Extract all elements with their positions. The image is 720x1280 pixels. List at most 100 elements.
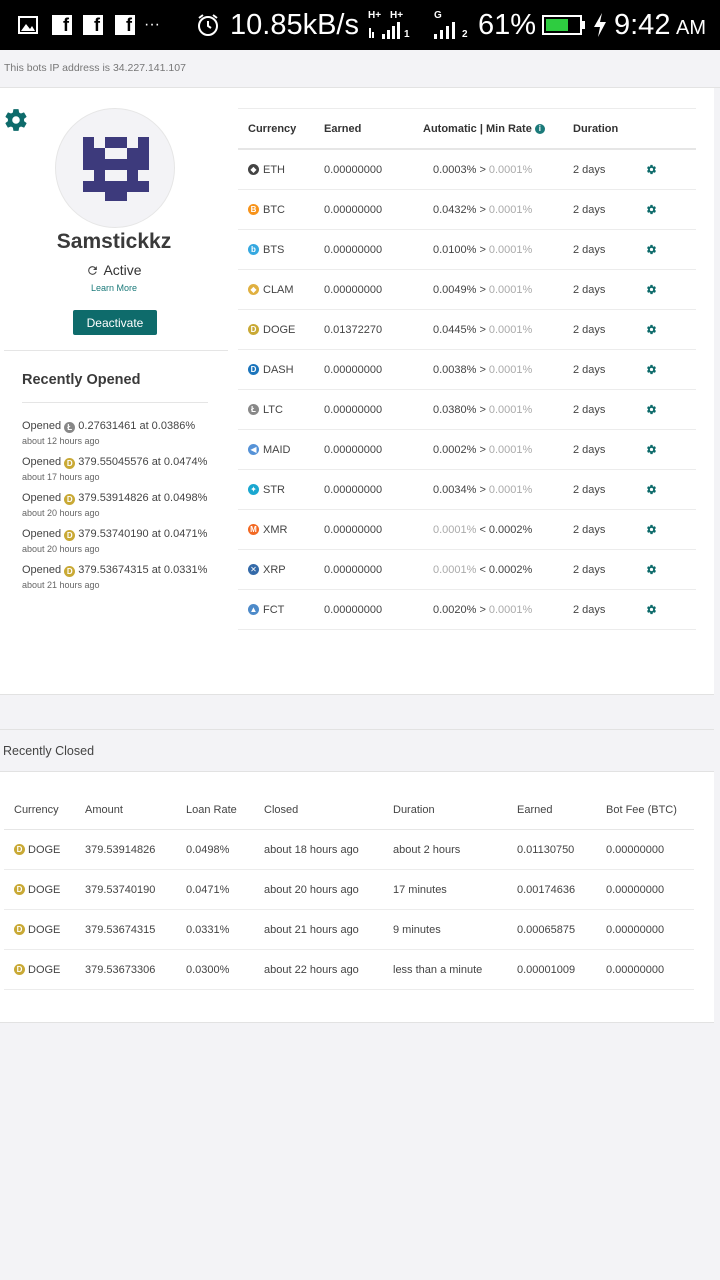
duration-cell: 2 days (573, 563, 606, 576)
duration-cell: 17 minutes (393, 883, 447, 896)
currency-cell: ◆ CLAM (248, 270, 294, 309)
header-currency[interactable]: Currency (14, 790, 59, 829)
header-closed[interactable]: Closed (264, 790, 298, 829)
earned-cell: 0.00174636 (517, 883, 576, 896)
opened-amount-rate: 379.55045576 at 0.0474% (78, 456, 208, 468)
recently-closed-title: Recently Closed (3, 744, 95, 758)
rate-cell: 0.0432% >0.0001% (433, 190, 532, 229)
header-earned[interactable]: Earned (324, 109, 361, 148)
currency-name: STR (263, 483, 285, 496)
row-settings-gear-icon[interactable] (646, 550, 657, 589)
battery-percent: 61% (478, 8, 537, 41)
currency-cell: b BTS (248, 230, 284, 269)
lending-row-doge: D DOGE 0.01372270 0.0445% >0.0001% 2 days (238, 310, 696, 350)
automatic-rate: 0.0432% (433, 203, 477, 216)
header-amount[interactable]: Amount (85, 790, 123, 829)
min-rate: 0.0001% (488, 163, 533, 176)
currency-cell: B BTC (248, 190, 285, 229)
lending-row-eth: ◆ ETH 0.00000000 0.0003% >0.0001% 2 days (238, 150, 696, 190)
fct-coin-icon: ▲ (248, 604, 259, 615)
xrp-coin-icon: ✕ (248, 564, 259, 575)
row-settings-gear-icon[interactable] (646, 150, 657, 189)
info-icon[interactable]: i (534, 123, 545, 134)
lending-table-body: ◆ ETH 0.00000000 0.0003% >0.0001% 2 days B BTC 0… (238, 150, 696, 630)
header-loan-rate[interactable]: Loan Rate (186, 790, 237, 829)
loan-rate-cell: 0.0331% (186, 923, 230, 936)
currency-name: MAID (263, 443, 291, 456)
header-currency[interactable]: Currency (248, 109, 296, 148)
opened-amount-rate: 379.53674315 at 0.0331% (78, 564, 208, 576)
duration-cell: 2 days (573, 323, 606, 336)
earned-cell: 0.00000000 (324, 243, 383, 256)
earned-cell: 0.00000000 (324, 603, 383, 616)
currency-cell: D DOGE (14, 950, 60, 989)
ip-notice-bar: This bots IP address is 34.227.141.107 (0, 50, 720, 88)
learn-more-link[interactable]: Learn More (0, 283, 228, 293)
ltc-coin-icon: Ł (248, 404, 259, 415)
opened-prefix: Opened (22, 528, 62, 540)
bot-fee-cell: 0.00000000 (606, 963, 665, 976)
opened-text: Opened D 379.53674315 at 0.0331% (22, 562, 212, 579)
rate-operator: > (479, 243, 486, 256)
row-settings-gear-icon[interactable] (646, 230, 657, 269)
row-settings-gear-icon[interactable] (646, 390, 657, 429)
min-rate: 0.0001% (488, 203, 533, 216)
rate-cell: 0.0049% >0.0001% (433, 270, 532, 309)
currency-cell: Ł LTC (248, 390, 283, 429)
recently-closed-panel: Currency Amount Loan Rate Closed Duratio… (0, 772, 714, 1023)
amount-cell: 379.53740190 (85, 883, 156, 896)
opened-text: Opened D 379.53740190 at 0.0471% (22, 526, 212, 543)
opened-time: about 17 hours ago (22, 472, 100, 482)
row-settings-gear-icon[interactable] (646, 470, 657, 509)
header-rate[interactable]: Automatic | Min Rate i (423, 109, 545, 148)
xmr-coin-icon: M (248, 524, 259, 535)
lending-row-dash: D DASH 0.00000000 0.0038% >0.0001% 2 days (238, 350, 696, 390)
lending-row-bts: b BTS 0.00000000 0.0100% >0.0001% 2 days (238, 230, 696, 270)
header-earned[interactable]: Earned (517, 790, 552, 829)
bot-fee-cell: 0.00000000 (606, 843, 665, 856)
settings-gear-icon[interactable] (3, 107, 29, 133)
opened-amount-rate: 379.53914826 at 0.0498% (78, 492, 208, 504)
divider (4, 350, 228, 351)
clock-ampm: AM (676, 16, 706, 39)
earned-cell: 0.01372270 (324, 323, 383, 336)
bot-status: Active (0, 262, 228, 278)
ip-notice: This bots IP address is 34.227.141.107 (4, 62, 186, 74)
row-settings-gear-icon[interactable] (646, 590, 657, 629)
row-settings-gear-icon[interactable] (646, 510, 657, 549)
earned-cell: 0.00000000 (324, 443, 383, 456)
maid-coin-icon: ◀ (248, 444, 259, 455)
currency-cell: D DOGE (248, 310, 295, 349)
opened-text: Opened D 379.55045576 at 0.0474% (22, 454, 212, 471)
currency-cell: D DOGE (14, 870, 60, 909)
header-bot-fee[interactable]: Bot Fee (BTC) (606, 790, 677, 829)
doge-coin-icon: D (248, 324, 259, 335)
lending-row-maid: ◀ MAID 0.00000000 0.0002% >0.0001% 2 days (238, 430, 696, 470)
row-settings-gear-icon[interactable] (646, 270, 657, 309)
row-settings-gear-icon[interactable] (646, 310, 657, 349)
header-duration[interactable]: Duration (393, 790, 435, 829)
min-rate: 0.0001% (488, 483, 533, 496)
loan-rate-cell: 0.0471% (186, 883, 230, 896)
rate-operator: > (479, 483, 486, 496)
doge-coin-icon: D (64, 458, 76, 469)
header-duration[interactable]: Duration (573, 109, 618, 148)
facebook-icon: f (52, 0, 72, 50)
opened-amount-rate: 379.53740190 at 0.0471% (78, 528, 208, 540)
lending-row-xrp: ✕ XRP 0.00000000 0.0001% <0.0002% 2 days (238, 550, 696, 590)
signal-sim2-icon: G 2 (434, 10, 468, 40)
automatic-rate: 0.0001% (433, 523, 477, 536)
automatic-rate: 0.0445% (433, 323, 477, 336)
row-settings-gear-icon[interactable] (646, 430, 657, 469)
closed-cell: about 22 hours ago (264, 963, 359, 976)
min-rate: 0.0001% (488, 363, 533, 376)
automatic-rate: 0.0034% (433, 483, 477, 496)
row-settings-gear-icon[interactable] (646, 350, 657, 389)
status-bar: f f f ··· 10.85kB/s H+ H+ 1 G 2 61% 9:42… (0, 0, 720, 50)
deactivate-button[interactable]: Deactivate (73, 310, 157, 335)
closed-cell: about 18 hours ago (264, 843, 359, 856)
row-settings-gear-icon[interactable] (646, 190, 657, 229)
opened-time: about 21 hours ago (22, 580, 100, 590)
signal-sim1-icon: H+ H+ 1 (368, 10, 410, 40)
opened-text: Opened D 379.53914826 at 0.0498% (22, 490, 212, 507)
